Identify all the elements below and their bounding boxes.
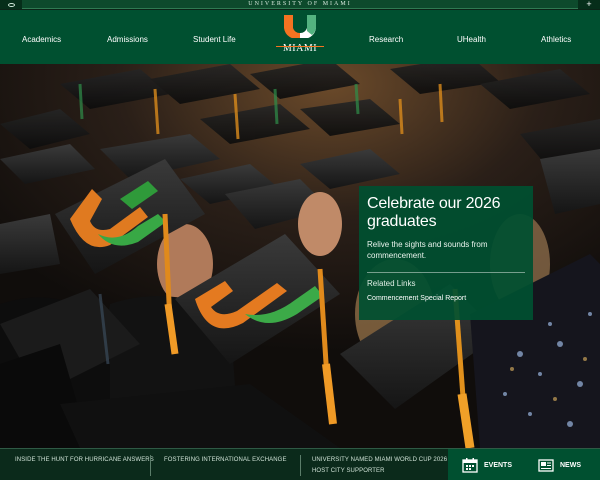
miami-u-logo[interactable]: MIAMI (274, 13, 326, 61)
expand-button[interactable]: + (578, 0, 600, 9)
hero-banner[interactable]: Celebrate our 2026 graduates Relive the … (0, 64, 600, 448)
story-link-world-cup[interactable]: UNIVERSITY NAMED MIAMI WORLD CUP 2026 HO… (312, 455, 452, 477)
related-links-heading: Related Links (367, 279, 416, 288)
story-separator (150, 455, 151, 476)
story-link-international[interactable]: FOSTERING INTERNATIONAL EXCHANGE (164, 455, 304, 466)
newspaper-icon (538, 458, 554, 472)
events-label: EVENTS (484, 461, 513, 469)
utility-bar: UNIVERSITY OF MIAMI + (0, 0, 600, 9)
main-nav: Academics Admissions Student Life MIAMI … (0, 10, 600, 64)
commencement-report-link[interactable]: Commencement Special Report (367, 295, 525, 302)
news-button[interactable]: NEWS (538, 449, 581, 480)
nav-item-student-life[interactable]: Student Life (193, 10, 236, 64)
nav-item-research[interactable]: Research (369, 10, 403, 64)
nav-item-academics[interactable]: Academics (22, 10, 61, 64)
hero-caption-panel: Celebrate our 2026 graduates Relive the … (359, 186, 533, 320)
story-separator (300, 455, 301, 476)
logo-divider (276, 46, 324, 47)
hero-subtitle: Relive the sights and sounds from commen… (367, 240, 488, 260)
nav-item-athletics[interactable]: Athletics (541, 10, 571, 64)
hero-title[interactable]: Celebrate our 2026 graduates (367, 195, 525, 231)
nav-item-uhealth[interactable]: UHealth (457, 10, 486, 64)
bottom-news-strip: INSIDE THE HUNT FOR HURRICANE ANSWERS FO… (0, 448, 600, 480)
events-button[interactable]: EVENTS (462, 449, 512, 480)
university-name: UNIVERSITY OF MIAMI (248, 1, 352, 7)
story-link-hurricane[interactable]: INSIDE THE HUNT FOR HURRICANE ANSWERS (15, 455, 155, 466)
calendar-icon (462, 457, 478, 473)
panel-divider (367, 272, 525, 273)
u-logo-icon (284, 15, 316, 38)
news-label: NEWS (560, 461, 581, 469)
nav-item-admissions[interactable]: Admissions (107, 10, 148, 64)
